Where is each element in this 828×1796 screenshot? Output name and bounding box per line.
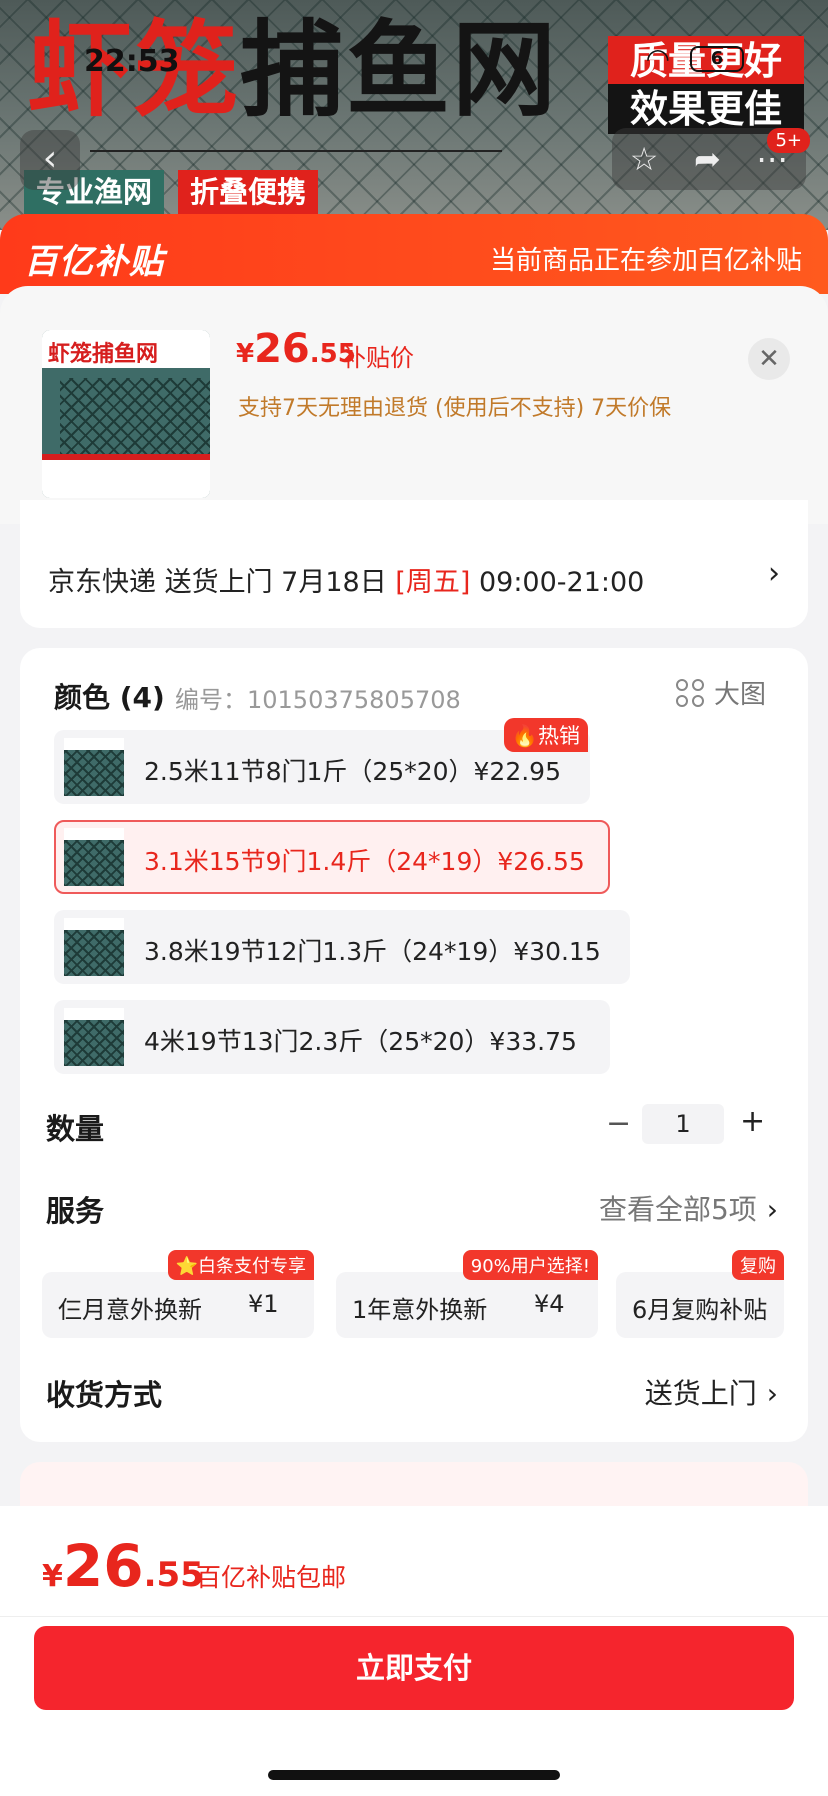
service-tag: 复购 (732, 1250, 784, 1280)
delivery-method: 京东快递 送货上门 7月18日 (48, 567, 396, 598)
option-thumbnail (64, 918, 124, 976)
service-label: 服务 (46, 1194, 105, 1228)
product-thumbnail: 虾笼捕鱼网 (42, 330, 210, 498)
product-hero-image: 虾笼捕鱼网 质量更好 效果更佳 专业渔网 折叠便携 (0, 0, 828, 230)
total-price: ¥26.55 (42, 1532, 204, 1600)
divider (0, 1616, 828, 1617)
service-tag: 90%用户选择! (462, 1250, 598, 1280)
price-currency: ¥ (236, 339, 255, 369)
back-button[interactable]: ‹ (20, 130, 80, 190)
total-price-label: 百亿补贴包邮 (196, 1563, 347, 1592)
wifi-icon: ◠ (645, 42, 670, 75)
service-name: 1年意外换新 (352, 1296, 488, 1324)
home-indicator[interactable] (268, 1770, 560, 1780)
close-icon: ✕ (758, 344, 780, 374)
option-thumbnail (64, 828, 124, 886)
big-image-label: 大图 (713, 680, 766, 710)
thumbnail-gift-strip (42, 454, 210, 498)
service-price: ¥1 (248, 1290, 279, 1318)
service-name: 仨月意外换新 (58, 1296, 202, 1324)
status-time: 22:53 (84, 44, 180, 79)
chevron-right-icon: › (768, 556, 780, 591)
quantity-input[interactable]: 1 (642, 1104, 724, 1144)
receive-value-text: 送货上门 (644, 1377, 757, 1410)
quantity-label: 数量 (46, 1112, 105, 1146)
hot-sale-badge: 🔥热销 (503, 718, 588, 752)
service-view-all[interactable]: 查看全部5项 › (599, 1188, 778, 1228)
service-card[interactable]: 复购 6月复购补贴 (616, 1250, 784, 1338)
spec-code: 编号：10150375805708 (175, 686, 461, 714)
option-thumbnail (64, 1008, 124, 1066)
share-icon[interactable]: ➦ (694, 140, 721, 178)
price-label: 补贴价 (342, 344, 414, 372)
service-card[interactable]: ⭐白条支付专享 仨月意外换新 ¥1 (42, 1250, 314, 1338)
spec-option[interactable]: 4米19节13门2.3斤（25*20）¥33.75 (54, 1000, 610, 1074)
total-currency: ¥ (42, 1559, 63, 1594)
pay-now-button[interactable]: 立即支付 (34, 1626, 794, 1710)
delivery-row[interactable]: 京东快递 送货上门 7月18日 [周五] 09:00-21:00 › (20, 500, 808, 628)
chevron-right-icon: › (766, 1377, 778, 1410)
option-label: 3.8米19节12门1.3斤（24*19）¥30.15 (144, 937, 601, 966)
star-icon[interactable]: ☆ (630, 140, 659, 178)
hero-tag-foldable: 折叠便携 (178, 170, 319, 214)
chevron-right-icon: › (766, 1193, 778, 1226)
spec-option-selected[interactable]: 3.1米15节9门1.4斤（24*19）¥26.55 (54, 820, 610, 894)
hero-title-black: 捕鱼网 (240, 9, 559, 131)
option-thumbnail (64, 738, 124, 796)
spec-option[interactable]: 3.8米19节12门1.3斤（24*19）¥30.15 (54, 910, 630, 984)
product-services: 支持7天无理由退货 (使用后不支持) 7天价保 (238, 396, 672, 421)
receive-method-label: 收货方式 (46, 1378, 163, 1412)
grid-icon (675, 678, 704, 707)
close-button[interactable]: ✕ (748, 338, 790, 380)
hero-badge-effect: 效果更佳 (608, 84, 804, 134)
service-price: ¥4 (534, 1290, 565, 1318)
chevron-left-icon: ‹ (42, 138, 58, 179)
service-name: 6月复购补贴 (632, 1296, 768, 1324)
progress-line (90, 150, 502, 152)
battery-icon: 6 (690, 46, 744, 72)
spec-selector: 颜色 (4) 编号：10150375805708 大图 2.5米11节8门1斤（… (20, 648, 808, 1442)
subsidy-logo: 百亿补贴 (24, 242, 164, 282)
thumbnail-title: 虾笼捕鱼网 (42, 330, 210, 368)
quantity-decrease-button[interactable]: − (606, 1106, 631, 1141)
notification-badge: 5+ (767, 128, 810, 153)
price-integer: 26 (254, 326, 310, 372)
receive-method-value[interactable]: 送货上门 › (645, 1372, 778, 1412)
delivery-info: 京东快递 送货上门 7月18日 [周五] 09:00-21:00 (48, 560, 644, 599)
view-all-label: 查看全部5项 (598, 1193, 757, 1226)
spec-option[interactable]: 2.5米11节8门1斤（25*20）¥22.95 🔥热销 (54, 718, 590, 804)
service-card[interactable]: 90%用户选择! 1年意外换新 ¥4 (336, 1250, 598, 1338)
total-integer: 26 (62, 1532, 144, 1600)
spec-title: 颜色 (4) (54, 681, 165, 714)
delivery-day: [周五] (395, 567, 471, 598)
product-summary: 虾笼捕鱼网 ¥26.55 补贴价 支持7天无理由退货 (使用后不支持) 7天价保… (0, 286, 828, 524)
quantity-increase-button[interactable]: + (740, 1104, 765, 1139)
option-label: 3.1米15节9门1.4斤（24*19）¥26.55 (144, 847, 585, 876)
service-tag: ⭐白条支付专享 (167, 1250, 314, 1280)
product-price: ¥26.55 (236, 326, 356, 372)
subsidy-note: 当前商品正在参加百亿补贴 (489, 246, 802, 276)
option-label: 2.5米11节8门1斤（25*20）¥22.95 (144, 757, 561, 786)
checkout-bar: ¥26.55 百亿补贴包邮 立即支付 (0, 1506, 828, 1796)
option-label: 4米19节13门2.3斤（25*20）¥33.75 (144, 1027, 577, 1056)
big-image-toggle[interactable]: 大图 (675, 674, 766, 711)
delivery-time: 09:00-21:00 (470, 567, 645, 598)
total-decimal: .55 (143, 1555, 204, 1595)
subsidy-bar: 百亿补贴 当前商品正在参加百亿补贴 (0, 214, 828, 294)
